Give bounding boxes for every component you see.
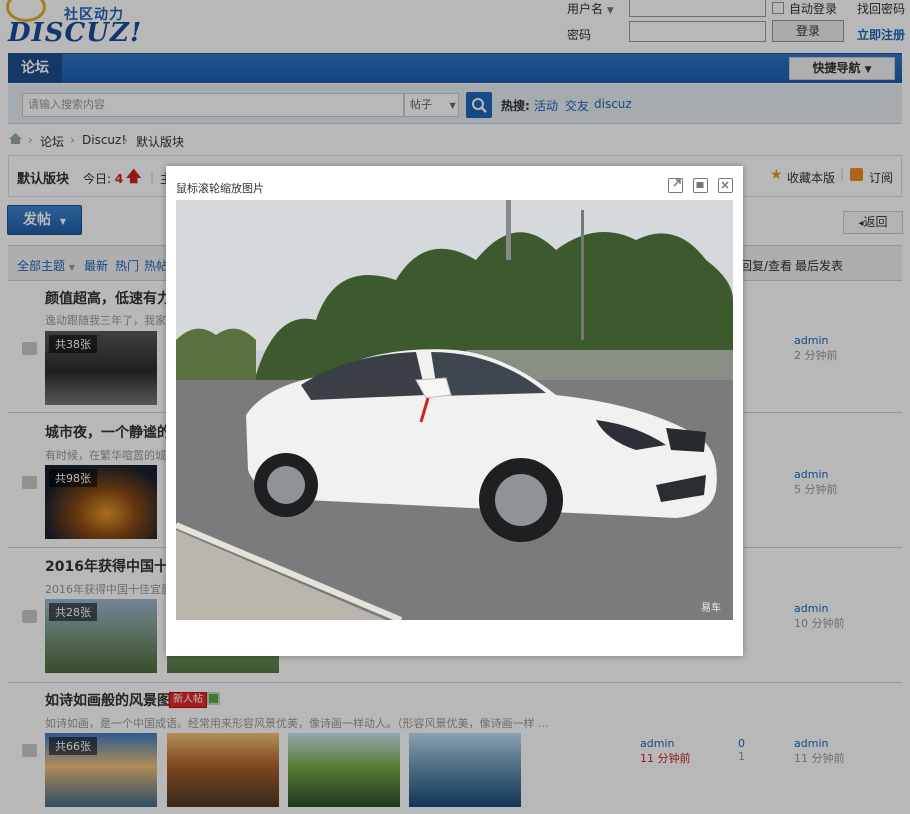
open-external-icon[interactable] (668, 178, 683, 193)
close-icon[interactable] (718, 178, 733, 193)
dialog-title: 鼠标滚轮缩放图片 (176, 182, 264, 195)
zoomable-image[interactable]: 易车 (176, 200, 733, 620)
fit-size-icon[interactable] (693, 178, 708, 193)
image-watermark: 易车 (701, 603, 721, 614)
car-photo (176, 200, 733, 620)
